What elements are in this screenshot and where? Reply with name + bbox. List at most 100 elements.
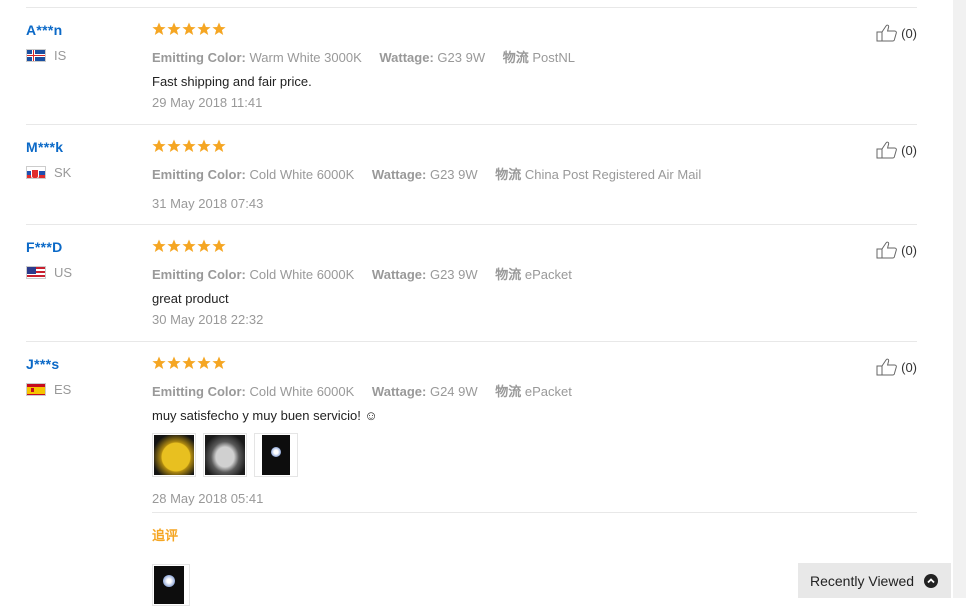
recently-viewed-button[interactable]: Recently Viewed: [798, 563, 951, 598]
star-icon: [152, 239, 166, 253]
review-content: Emitting Color: Cold White 6000K Wattage…: [152, 239, 802, 327]
reviewer-name[interactable]: J***s: [26, 356, 136, 372]
thumbs-up-icon: [876, 241, 898, 259]
attr-value: G24 9W: [429, 384, 478, 399]
star-icon: [182, 239, 196, 253]
attr-key: Emitting Color:: [152, 50, 246, 65]
review-photo-thumbnail[interactable]: [152, 433, 196, 477]
scrollbar[interactable]: [953, 0, 966, 598]
star-icon: [212, 22, 226, 36]
reviewer-country: SK: [26, 165, 136, 180]
followup-label: 追评: [152, 528, 179, 543]
review-date: 30 May 2018 22:32: [152, 312, 264, 327]
star-icon: [182, 139, 196, 153]
review-date: 31 May 2018 07:43: [152, 196, 264, 211]
followup-photo-thumbnail[interactable]: [152, 564, 190, 606]
attr-value: China Post Registered Air Mail: [524, 167, 702, 182]
attr-value: Cold White 6000K: [249, 384, 355, 399]
helpful-count: (0): [901, 25, 917, 41]
review-text: muy satisfecho y muy buen servicio! ☺: [152, 408, 378, 423]
star-icon: [197, 356, 211, 370]
review-content: Emitting Color: Warm White 3000K Wattage…: [152, 22, 802, 110]
star-icon: [167, 356, 181, 370]
star-icon: [197, 22, 211, 36]
star-icon: [182, 356, 196, 370]
attr-value: PostNL: [532, 50, 575, 65]
attr-value: ePacket: [524, 267, 572, 282]
thumbs-up-icon: [876, 24, 898, 42]
flag-sk-icon: [26, 166, 46, 179]
attr-key: Emitting Color:: [152, 267, 246, 282]
review-date: 28 May 2018 05:41: [152, 491, 264, 506]
review-content: Emitting Color: Cold White 6000K Wattage…: [152, 139, 802, 211]
attr-value: G23 9W: [429, 167, 478, 182]
helpful-button[interactable]: (0): [876, 358, 917, 376]
star-rating: [152, 22, 802, 40]
attr-key: Emitting Color:: [152, 384, 246, 399]
review-content: Emitting Color: Cold White 6000K Wattage…: [152, 356, 802, 506]
review-item: A***n IS Emitting Color: Warm White 3000…: [26, 8, 917, 125]
chevron-up-icon: [924, 573, 939, 588]
review-text: great product: [152, 291, 229, 306]
star-icon: [197, 239, 211, 253]
thumbs-up-icon: [876, 141, 898, 159]
review-photos: [152, 433, 802, 477]
reviewer-name[interactable]: F***D: [26, 239, 136, 255]
reviewer-info: A***n IS: [26, 22, 136, 63]
recently-viewed-label: Recently Viewed: [810, 572, 915, 589]
star-icon: [212, 356, 226, 370]
reviewer-country: US: [26, 265, 136, 280]
flag-us-icon: [26, 266, 46, 279]
attr-key: Wattage:: [371, 167, 427, 182]
product-attributes: Emitting Color: Cold White 6000K Wattage…: [152, 264, 802, 283]
review-photo-thumbnail[interactable]: [203, 433, 247, 477]
attr-value: Cold White 6000K: [249, 267, 355, 282]
country-code: SK: [54, 165, 72, 180]
country-code: ES: [54, 382, 72, 397]
reviewer-country: IS: [26, 48, 136, 63]
country-code: IS: [54, 48, 67, 63]
attr-key: Wattage:: [371, 267, 427, 282]
helpful-button[interactable]: (0): [876, 24, 917, 42]
attr-value: G23 9W: [429, 267, 478, 282]
product-attributes: Emitting Color: Cold White 6000K Wattage…: [152, 164, 802, 183]
reviewer-name[interactable]: A***n: [26, 22, 136, 38]
attr-key: 物流: [495, 384, 522, 399]
product-attributes: Emitting Color: Cold White 6000K Wattage…: [152, 381, 802, 400]
attr-key: 物流: [495, 167, 522, 182]
star-icon: [152, 22, 166, 36]
attr-key: Wattage:: [379, 50, 434, 65]
review-item: J***s ES Emitting Color: Cold White 6000…: [26, 342, 917, 606]
star-icon: [167, 139, 181, 153]
attr-key: Wattage:: [371, 384, 427, 399]
review-photo-thumbnail[interactable]: [254, 433, 298, 477]
helpful-count: (0): [901, 142, 917, 158]
star-rating: [152, 139, 802, 157]
review-item: F***D US Emitting Color: Cold White 6000…: [26, 225, 917, 342]
review-text: Fast shipping and fair price.: [152, 74, 312, 89]
helpful-count: (0): [901, 242, 917, 258]
attr-value: ePacket: [524, 384, 572, 399]
reviewer-info: M***k SK: [26, 139, 136, 180]
star-icon: [212, 139, 226, 153]
attr-value: Cold White 6000K: [249, 167, 355, 182]
flag-is-icon: [26, 49, 46, 62]
star-icon: [167, 239, 181, 253]
star-rating: [152, 356, 802, 374]
product-attributes: Emitting Color: Warm White 3000K Wattage…: [152, 47, 802, 66]
star-icon: [152, 356, 166, 370]
star-icon: [182, 22, 196, 36]
reviewer-country: ES: [26, 382, 136, 397]
attr-value: Warm White 3000K: [249, 50, 362, 65]
reviewer-name[interactable]: M***k: [26, 139, 136, 155]
reviewer-info: J***s ES: [26, 356, 136, 397]
attr-key: 物流: [502, 50, 529, 65]
thumbs-up-icon: [876, 358, 898, 376]
helpful-count: (0): [901, 359, 917, 375]
star-rating: [152, 239, 802, 257]
attr-key: 物流: [495, 267, 522, 282]
star-icon: [197, 139, 211, 153]
star-icon: [152, 139, 166, 153]
helpful-button[interactable]: (0): [876, 241, 917, 259]
helpful-button[interactable]: (0): [876, 141, 917, 159]
